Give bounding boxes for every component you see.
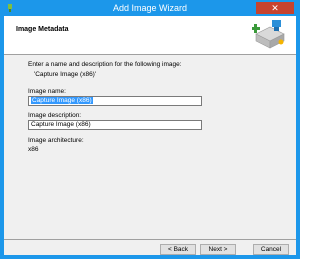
wizard-content: Enter a name and description for the fol… bbox=[4, 55, 296, 245]
wizard-server-icon bbox=[252, 20, 285, 49]
back-button[interactable]: < Back bbox=[160, 244, 196, 255]
window-title: Add Image Wizard bbox=[112, 3, 188, 13]
close-icon: ✕ bbox=[271, 3, 279, 13]
image-name-label: Image name: bbox=[28, 88, 66, 95]
image-description-value: Capture Image (x86) bbox=[31, 121, 91, 128]
close-button[interactable]: ✕ bbox=[256, 2, 294, 14]
wizard-header: Image Metadata bbox=[4, 16, 296, 55]
button-divider bbox=[4, 239, 296, 240]
title-bar[interactable]: Add Image Wizard ✕ bbox=[1, 1, 299, 15]
wizard-window: Add Image Wizard ✕ Image Metadata Enter … bbox=[0, 0, 300, 259]
cancel-button[interactable]: Cancel bbox=[253, 244, 289, 255]
intro-image-name: 'Capture Image (x86)' bbox=[34, 71, 97, 78]
image-description-input[interactable]: Capture Image (x86) bbox=[28, 120, 202, 130]
image-architecture-value: x86 bbox=[28, 146, 39, 153]
image-description-label: Image description: bbox=[28, 112, 82, 119]
wizard-client: Image Metadata Enter a name and descript… bbox=[4, 16, 296, 255]
image-architecture-label: Image architecture: bbox=[28, 137, 84, 144]
image-name-value: Capture Image (x86) bbox=[31, 97, 93, 104]
intro-text: Enter a name and description for the fol… bbox=[28, 61, 182, 68]
page-title: Image Metadata bbox=[16, 26, 69, 33]
image-name-input[interactable]: Capture Image (x86) bbox=[28, 96, 202, 106]
next-button[interactable]: Next > bbox=[200, 244, 236, 255]
